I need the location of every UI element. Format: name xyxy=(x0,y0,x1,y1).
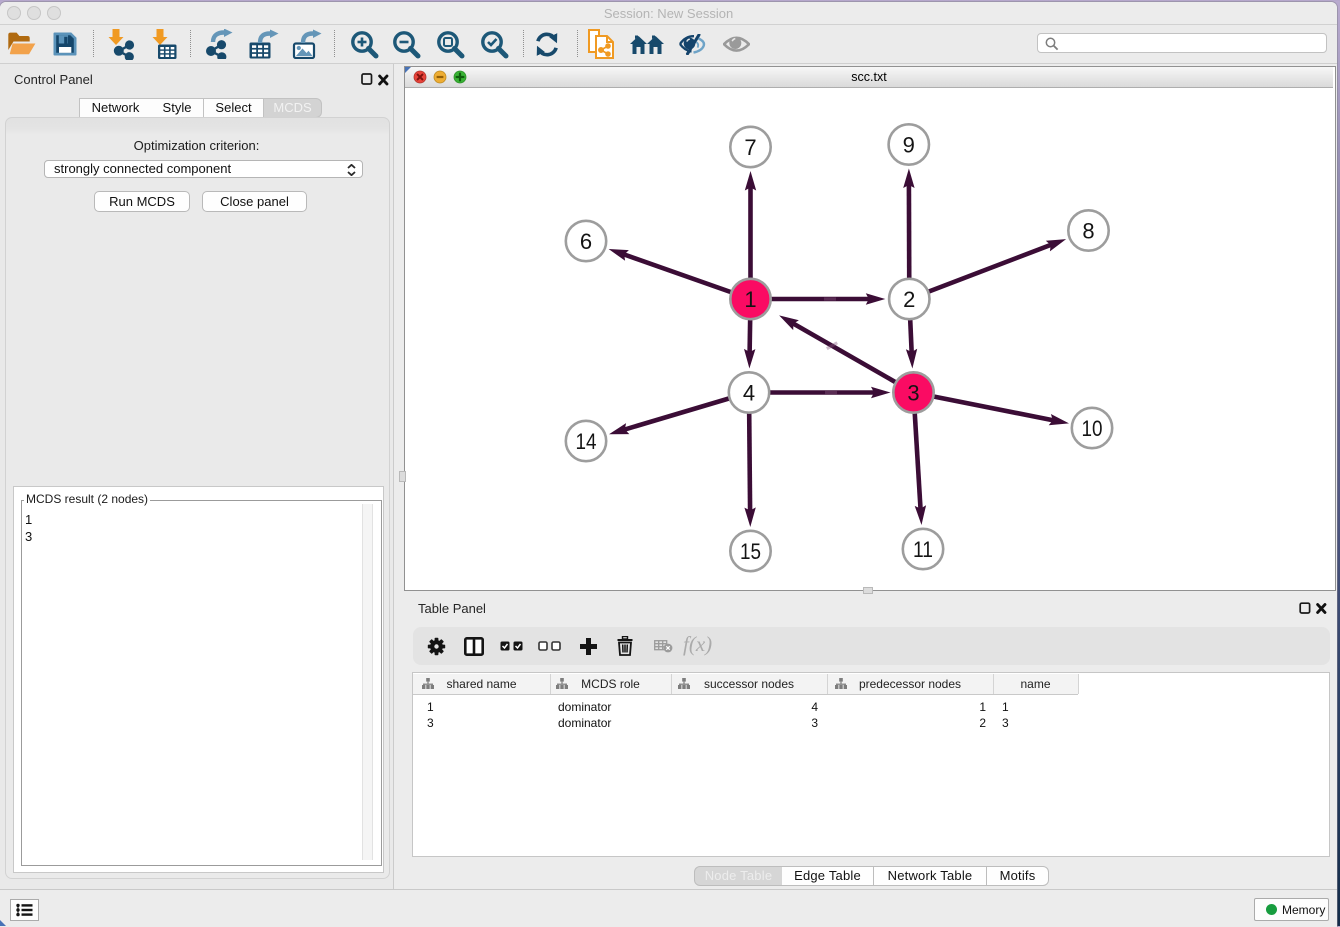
svg-text:14: 14 xyxy=(576,429,597,454)
svg-text:11: 11 xyxy=(913,537,933,562)
svg-text:1: 1 xyxy=(744,287,756,312)
svg-text:10: 10 xyxy=(1082,416,1103,441)
svg-text:4: 4 xyxy=(743,381,755,406)
svg-text:8: 8 xyxy=(1082,219,1094,244)
svg-text:15: 15 xyxy=(740,539,761,564)
svg-text:9: 9 xyxy=(903,133,915,158)
svg-text:7: 7 xyxy=(744,135,756,160)
svg-text:3: 3 xyxy=(907,381,919,406)
svg-text:6: 6 xyxy=(580,229,592,254)
svg-text:2: 2 xyxy=(903,287,915,312)
